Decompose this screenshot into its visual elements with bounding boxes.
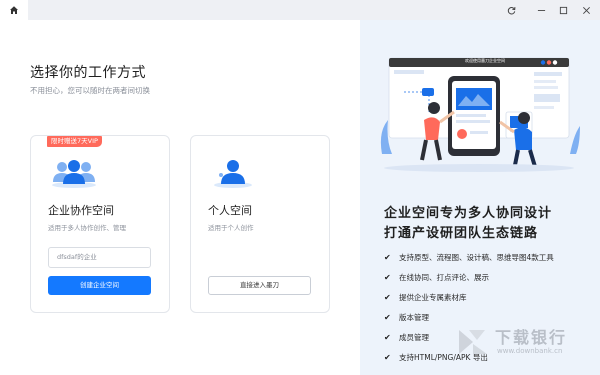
promo-headline-1: 企业空间专为多人协同设计 [384, 206, 553, 221]
feature-item: ✔ 成员管理 [384, 332, 429, 343]
feature-item: ✔ 在线协同、打点评论、展示 [384, 272, 489, 283]
title-bar [0, 0, 600, 20]
check-icon: ✔ [384, 333, 391, 342]
feature-label: 成员管理 [399, 333, 429, 342]
team-card-desc: 适用于多人协作创作、管理 [48, 224, 126, 232]
watermark-title: 下载银行 [495, 328, 568, 347]
feature-item: ✔ 版本管理 [384, 312, 429, 323]
maximize-button[interactable] [552, 0, 574, 20]
minimize-icon [537, 9, 545, 11]
minimize-button[interactable] [530, 0, 552, 20]
refresh-icon [507, 6, 515, 14]
page-title: 选择你的工作方式 [30, 65, 146, 81]
maximize-icon [559, 6, 567, 14]
watermark-logo-icon [459, 330, 487, 354]
watermark-url: www.downbank.cn [497, 347, 563, 355]
feature-item: ✔ 提供企业专属素材库 [384, 292, 467, 303]
home-button[interactable] [0, 0, 28, 20]
team-icon [52, 160, 96, 188]
check-icon: ✔ [384, 313, 391, 322]
personal-card-title: 个人空间 [208, 204, 252, 217]
page-subtitle: 不用担心，您可以随时在两者间切换 [30, 86, 150, 95]
enter-modao-button[interactable]: 直接进入墨刀 [208, 276, 311, 295]
home-icon [10, 6, 18, 14]
illustration-banner: 欢迎使用墨刀企业空间 [465, 58, 505, 63]
personal-card-desc: 适用于个人创作 [208, 224, 254, 232]
check-icon: ✔ [384, 293, 391, 302]
feature-label: 提供企业专属素材库 [399, 293, 467, 302]
feature-item: ✔ 支持原型、流程图、设计稿、思维导图4款工具 [384, 252, 554, 263]
person-icon [214, 160, 252, 188]
check-icon: ✔ [384, 273, 391, 282]
feature-label: 在线协同、打点评论、展示 [399, 273, 489, 282]
feature-label: 版本管理 [399, 313, 429, 322]
check-icon: ✔ [384, 353, 391, 362]
promo-headline-2: 打通产设研团队生态链路 [384, 226, 539, 241]
check-icon: ✔ [384, 253, 391, 262]
close-button[interactable] [575, 0, 597, 20]
watermark: 下载银行 www.downbank.cn [455, 322, 595, 368]
company-name-input[interactable]: dfsdaf的企业 [48, 247, 151, 268]
vip-badge: 限时赠送7天VIP [47, 136, 102, 147]
feature-label: 支持原型、流程图、设计稿、思维导图4款工具 [399, 253, 554, 262]
refresh-button[interactable] [500, 0, 522, 20]
close-icon [582, 6, 590, 14]
team-card-title: 企业协作空间 [48, 204, 114, 217]
create-company-space-button[interactable]: 创建企业空间 [48, 276, 151, 295]
